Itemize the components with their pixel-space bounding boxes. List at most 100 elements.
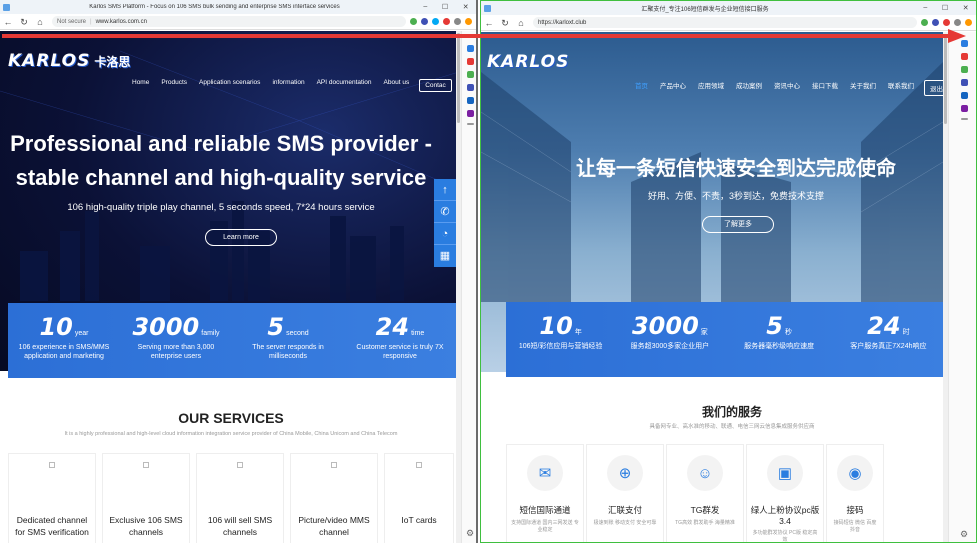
service-card[interactable]: ▣ 绿人上粉协议pc版3.4 多功能群发协议 PC版 稳定高效	[746, 444, 824, 542]
menu-item-home[interactable]: 首页	[629, 80, 654, 96]
floating-contact-bar: ↑ ✆ ◔ ▦	[434, 179, 456, 267]
close-icon[interactable]: ✕	[463, 3, 469, 11]
service-card[interactable]: Dedicated channel for SMS verification	[8, 453, 96, 543]
refresh-icon[interactable]: ↻	[16, 14, 32, 30]
extension-icon[interactable]	[954, 19, 961, 26]
menu-item-products[interactable]: 产品中心	[654, 80, 692, 96]
sidebar-app-icon[interactable]	[466, 110, 474, 117]
service-card[interactable]: Exclusive 106 SMS channels	[102, 453, 190, 543]
left-address-bar[interactable]: Not secure | www.karlos.com.cn	[52, 16, 406, 27]
menu-item-about-us[interactable]: About us	[378, 79, 416, 92]
close-icon[interactable]: ✕	[963, 4, 969, 12]
sidebar-add-icon[interactable]	[960, 118, 968, 120]
sidebar-app-icon[interactable]	[466, 71, 474, 78]
left-url: www.karlos.com.cn	[95, 18, 147, 25]
learn-more-button[interactable]: Learn more	[205, 229, 277, 246]
left-service-cards: Dedicated channel for SMS verification E…	[8, 453, 454, 543]
home-icon[interactable]: ⌂	[32, 14, 48, 30]
service-card[interactable]: ✉ 短信国际通道 支持国际通道 国内三网发送 专业稳定	[506, 444, 584, 542]
menu-item-cases[interactable]: 成功案例	[730, 80, 768, 96]
maximize-icon[interactable]: ☐	[442, 3, 448, 11]
sidebar-app-icon[interactable]	[466, 45, 474, 52]
envelope-icon: ✉	[527, 455, 563, 491]
extension-icon[interactable]	[932, 19, 939, 26]
broken-image-icon	[416, 462, 422, 468]
menu-item-products[interactable]: Products	[155, 79, 193, 92]
menu-item-applications[interactable]: 应用领域	[692, 80, 730, 96]
left-tab-title[interactable]: Karlos SMS Platform - Focus on 106 SMS b…	[13, 4, 416, 10]
hero-headline-line2: stable channel and high-quality service	[15, 165, 427, 190]
group-chat-icon: ☺	[687, 455, 723, 491]
sidebar-app-icon[interactable]	[466, 97, 474, 104]
extension-icon[interactable]	[410, 18, 417, 25]
extension-icon[interactable]	[432, 18, 439, 25]
tab-favicon-icon	[3, 3, 10, 11]
broken-image-icon	[331, 462, 337, 468]
broken-image-icon	[49, 462, 55, 468]
minimize-icon[interactable]: –	[923, 4, 927, 12]
services-subtitle: 具备网专业、高水准的移动、联通、电信三网云信息集成服务供应商	[649, 424, 815, 430]
service-card[interactable]: ☺ TG群发 TG高效 群发助手 海量精准	[666, 444, 744, 542]
karlos-logo[interactable]: KARLOS	[487, 52, 569, 72]
extension-icon[interactable]	[443, 18, 450, 25]
learn-more-button[interactable]: 了解更多	[702, 216, 774, 233]
tab-favicon-icon	[484, 4, 491, 12]
menu-item-api-documentation[interactable]: API documentation	[311, 79, 378, 92]
minimize-icon[interactable]: –	[423, 3, 427, 11]
sidebar-app-icon[interactable]	[960, 105, 968, 112]
menu-item-home[interactable]: Home	[126, 79, 155, 92]
sidebar-app-icon[interactable]	[466, 58, 474, 65]
chat-icon[interactable]: ◔	[434, 223, 456, 245]
sidebar-app-icon[interactable]	[960, 66, 968, 73]
qr-code-icon[interactable]: ▦	[434, 245, 456, 267]
sidebar-app-icon[interactable]	[960, 92, 968, 99]
menu-item-contact[interactable]: 联系我们	[882, 80, 920, 96]
karlos-logo[interactable]: KARLOS 卡洛思	[8, 51, 130, 71]
service-card[interactable]: 106 will sell SMS channels	[196, 453, 284, 543]
service-card[interactable]: ◉ 接码 接码短信 微信 百度 抖音	[826, 444, 884, 542]
menu-item-information[interactable]: information	[266, 79, 310, 92]
service-card[interactable]: Picture/video MMS channel	[290, 453, 378, 543]
profile-icon[interactable]	[965, 19, 972, 26]
sidebar-app-icon[interactable]	[960, 40, 968, 47]
service-card[interactable]: IoT cards	[384, 453, 454, 543]
logout-button[interactable]: 退出	[924, 80, 943, 96]
right-address-bar[interactable]: https://karloxt.club	[533, 17, 917, 28]
right-tab-title[interactable]: 汇聚支付_专注106短信群发与企业短信接口服务	[494, 4, 916, 13]
menu-item-application-scenarios[interactable]: Application scenarios	[193, 79, 266, 92]
menu-item-contact[interactable]: Contac	[419, 79, 452, 92]
maximize-icon[interactable]: ☐	[942, 4, 948, 12]
back-icon[interactable]: ←	[481, 15, 497, 31]
menu-item-about-us[interactable]: 关于我们	[844, 80, 882, 96]
extensions-bar	[921, 19, 976, 26]
back-icon[interactable]: ←	[0, 14, 16, 30]
extension-icon[interactable]	[454, 18, 461, 25]
extension-icon[interactable]	[921, 19, 928, 26]
sidebar-app-icon[interactable]	[466, 84, 474, 91]
profile-icon[interactable]	[465, 18, 472, 25]
menu-item-api-download[interactable]: 接口下载	[806, 80, 844, 96]
phone-icon[interactable]: ✆	[434, 201, 456, 223]
not-secure-label: Not secure	[57, 18, 87, 25]
stat-enterprises: 3000 家服务超3000多家企业用户	[630, 312, 710, 350]
refresh-icon[interactable]: ↻	[497, 15, 513, 31]
left-page: KARLOS 卡洛思 Home Products Application scen…	[0, 31, 462, 543]
right-nav-bar: ← ↻ ⌂ https://karloxt.club	[481, 15, 976, 31]
right-page: KARLOS 首页 产品中心 应用领域 成功案例 资讯中心 接口下载 关于我们 …	[481, 32, 943, 542]
settings-gear-icon[interactable]: ⚙	[466, 528, 474, 539]
service-card[interactable]: ⊕ 汇联支付 极速到账 移动支付 安全可靠	[586, 444, 664, 542]
home-icon[interactable]: ⌂	[513, 15, 529, 31]
sidebar-add-icon[interactable]	[466, 123, 474, 125]
left-edge-sidebar: ⚙	[461, 31, 476, 543]
menu-item-news[interactable]: 资讯中心	[768, 80, 806, 96]
stat-hours: 24 time Customer service is truly 7X respo…	[356, 313, 444, 360]
sidebar-app-icon[interactable]	[960, 79, 968, 86]
stat-hours: 24 时客户服务真正7X24h响应	[850, 312, 927, 350]
hero-subtitle: 106 high-quality triple play channel, 5 …	[67, 202, 375, 213]
settings-gear-icon[interactable]: ⚙	[960, 529, 968, 540]
sidebar-app-icon[interactable]	[960, 53, 968, 60]
back-to-top-icon[interactable]: ↑	[434, 179, 456, 201]
signal-tower-icon: ⊕	[607, 455, 643, 491]
extension-icon[interactable]	[421, 18, 428, 25]
extension-icon[interactable]	[943, 19, 950, 26]
